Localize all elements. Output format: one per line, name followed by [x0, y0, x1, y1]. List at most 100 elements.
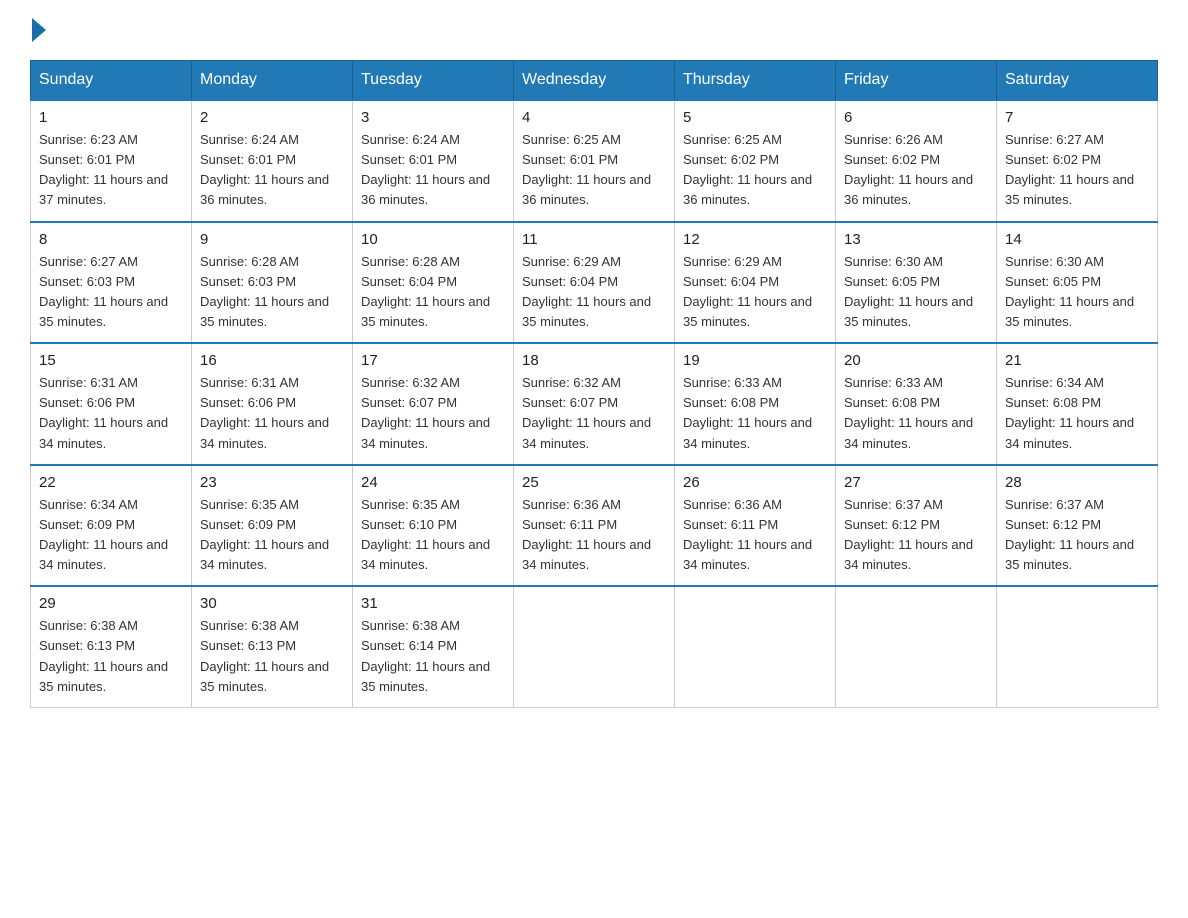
calendar-cell: 16Sunrise: 6:31 AMSunset: 6:06 PMDayligh…: [192, 343, 353, 465]
day-number: 16: [200, 352, 344, 369]
column-header-tuesday: Tuesday: [353, 61, 514, 101]
column-header-thursday: Thursday: [675, 61, 836, 101]
day-number: 12: [683, 231, 827, 248]
calendar-cell: 12 Sunrise: 6:29 AMSunset: 6:04 PMDayligh…: [675, 222, 836, 344]
day-number: 13: [844, 231, 988, 248]
day-info: Sunrise: 6:32 AMSunset: 6:07 PMDaylight:…: [361, 373, 505, 454]
day-number: 17: [361, 352, 505, 369]
calendar-cell: 27Sunrise: 6:37 AMSunset: 6:12 PMDayligh…: [836, 465, 997, 587]
day-number: 18: [522, 352, 666, 369]
day-info: Sunrise: 6:27 AMSunset: 6:02 PMDaylight:…: [1005, 130, 1149, 211]
day-info: Sunrise: 6:24 AMSunset: 6:01 PMDaylight:…: [361, 130, 505, 211]
calendar-cell: 17 Sunrise: 6:32 AMSunset: 6:07 PMDayligh…: [353, 343, 514, 465]
calendar-week-5: 29Sunrise: 6:38 AMSunset: 6:13 PMDayligh…: [31, 586, 1158, 707]
column-header-monday: Monday: [192, 61, 353, 101]
day-info: Sunrise: 6:23 AMSunset: 6:01 PMDaylight:…: [39, 130, 183, 211]
day-info: Sunrise: 6:28 AMSunset: 6:03 PMDaylight:…: [200, 252, 344, 333]
day-number: 26: [683, 474, 827, 491]
column-header-saturday: Saturday: [997, 61, 1158, 101]
day-info: Sunrise: 6:25 AMSunset: 6:01 PMDaylight:…: [522, 130, 666, 211]
calendar-cell: 6Sunrise: 6:26 AMSunset: 6:02 PMDaylight…: [836, 100, 997, 222]
day-info: Sunrise: 6:30 AMSunset: 6:05 PMDaylight:…: [1005, 252, 1149, 333]
calendar-cell: 8 Sunrise: 6:27 AMSunset: 6:03 PMDaylight…: [31, 222, 192, 344]
day-info: Sunrise: 6:31 AMSunset: 6:06 PMDaylight:…: [39, 373, 183, 454]
calendar-header-row: SundayMondayTuesdayWednesdayThursdayFrid…: [31, 61, 1158, 101]
calendar-cell: 13 Sunrise: 6:30 AMSunset: 6:05 PMDayligh…: [836, 222, 997, 344]
calendar-cell: 29Sunrise: 6:38 AMSunset: 6:13 PMDayligh…: [31, 586, 192, 707]
day-number: 2: [200, 109, 344, 126]
day-number: 3: [361, 109, 505, 126]
day-info: Sunrise: 6:37 AMSunset: 6:12 PMDaylight:…: [1005, 495, 1149, 576]
day-number: 20: [844, 352, 988, 369]
day-number: 9: [200, 231, 344, 248]
day-info: Sunrise: 6:24 AMSunset: 6:01 PMDaylight:…: [200, 130, 344, 211]
day-info: Sunrise: 6:29 AMSunset: 6:04 PMDaylight:…: [522, 252, 666, 333]
calendar-cell: 20Sunrise: 6:33 AMSunset: 6:08 PMDayligh…: [836, 343, 997, 465]
calendar-cell: 7 Sunrise: 6:27 AMSunset: 6:02 PMDaylight…: [997, 100, 1158, 222]
day-number: 30: [200, 595, 344, 612]
calendar-cell: 14 Sunrise: 6:30 AMSunset: 6:05 PMDayligh…: [997, 222, 1158, 344]
calendar-cell: [836, 586, 997, 707]
day-info: Sunrise: 6:29 AMSunset: 6:04 PMDaylight:…: [683, 252, 827, 333]
calendar-cell: 19 Sunrise: 6:33 AMSunset: 6:08 PMDayligh…: [675, 343, 836, 465]
day-number: 23: [200, 474, 344, 491]
day-info: Sunrise: 6:35 AMSunset: 6:10 PMDaylight:…: [361, 495, 505, 576]
day-info: Sunrise: 6:38 AMSunset: 6:13 PMDaylight:…: [39, 616, 183, 697]
calendar-cell: 15 Sunrise: 6:31 AMSunset: 6:06 PMDayligh…: [31, 343, 192, 465]
day-number: 22: [39, 474, 183, 491]
day-info: Sunrise: 6:28 AMSunset: 6:04 PMDaylight:…: [361, 252, 505, 333]
calendar-cell: 22 Sunrise: 6:34 AMSunset: 6:09 PMDayligh…: [31, 465, 192, 587]
day-info: Sunrise: 6:35 AMSunset: 6:09 PMDaylight:…: [200, 495, 344, 576]
calendar-week-4: 22 Sunrise: 6:34 AMSunset: 6:09 PMDayligh…: [31, 465, 1158, 587]
day-info: Sunrise: 6:34 AMSunset: 6:09 PMDaylight:…: [39, 495, 183, 576]
column-header-friday: Friday: [836, 61, 997, 101]
calendar-cell: [997, 586, 1158, 707]
day-info: Sunrise: 6:27 AMSunset: 6:03 PMDaylight:…: [39, 252, 183, 333]
calendar-cell: 23 Sunrise: 6:35 AMSunset: 6:09 PMDayligh…: [192, 465, 353, 587]
calendar-cell: 30 Sunrise: 6:38 AMSunset: 6:13 PMDayligh…: [192, 586, 353, 707]
calendar-cell: 10Sunrise: 6:28 AMSunset: 6:04 PMDayligh…: [353, 222, 514, 344]
column-header-wednesday: Wednesday: [514, 61, 675, 101]
page-header: [30, 20, 1158, 42]
day-info: Sunrise: 6:32 AMSunset: 6:07 PMDaylight:…: [522, 373, 666, 454]
logo-arrow-icon: [32, 18, 46, 42]
calendar-table: SundayMondayTuesdayWednesdayThursdayFrid…: [30, 60, 1158, 708]
day-number: 25: [522, 474, 666, 491]
calendar-cell: 9 Sunrise: 6:28 AMSunset: 6:03 PMDaylight…: [192, 222, 353, 344]
day-info: Sunrise: 6:25 AMSunset: 6:02 PMDaylight:…: [683, 130, 827, 211]
calendar-cell: 21Sunrise: 6:34 AMSunset: 6:08 PMDayligh…: [997, 343, 1158, 465]
day-number: 4: [522, 109, 666, 126]
day-number: 28: [1005, 474, 1149, 491]
calendar-cell: 3 Sunrise: 6:24 AMSunset: 6:01 PMDaylight…: [353, 100, 514, 222]
calendar-cell: [675, 586, 836, 707]
calendar-cell: 5 Sunrise: 6:25 AMSunset: 6:02 PMDaylight…: [675, 100, 836, 222]
day-info: Sunrise: 6:36 AMSunset: 6:11 PMDaylight:…: [683, 495, 827, 576]
day-number: 24: [361, 474, 505, 491]
calendar-cell: 1 Sunrise: 6:23 AMSunset: 6:01 PMDaylight…: [31, 100, 192, 222]
calendar-cell: 24 Sunrise: 6:35 AMSunset: 6:10 PMDayligh…: [353, 465, 514, 587]
calendar-cell: 26 Sunrise: 6:36 AMSunset: 6:11 PMDayligh…: [675, 465, 836, 587]
day-number: 7: [1005, 109, 1149, 126]
calendar-cell: [514, 586, 675, 707]
day-number: 8: [39, 231, 183, 248]
calendar-cell: 11 Sunrise: 6:29 AMSunset: 6:04 PMDayligh…: [514, 222, 675, 344]
day-info: Sunrise: 6:33 AMSunset: 6:08 PMDaylight:…: [683, 373, 827, 454]
day-number: 1: [39, 109, 183, 126]
day-info: Sunrise: 6:26 AMSunset: 6:02 PMDaylight:…: [844, 130, 988, 211]
day-number: 21: [1005, 352, 1149, 369]
day-number: 14: [1005, 231, 1149, 248]
column-header-sunday: Sunday: [31, 61, 192, 101]
day-info: Sunrise: 6:37 AMSunset: 6:12 PMDaylight:…: [844, 495, 988, 576]
day-number: 15: [39, 352, 183, 369]
day-number: 11: [522, 231, 666, 248]
calendar-week-2: 8 Sunrise: 6:27 AMSunset: 6:03 PMDaylight…: [31, 222, 1158, 344]
calendar-cell: 4 Sunrise: 6:25 AMSunset: 6:01 PMDaylight…: [514, 100, 675, 222]
day-info: Sunrise: 6:30 AMSunset: 6:05 PMDaylight:…: [844, 252, 988, 333]
day-info: Sunrise: 6:38 AMSunset: 6:13 PMDaylight:…: [200, 616, 344, 697]
calendar-cell: 2 Sunrise: 6:24 AMSunset: 6:01 PMDaylight…: [192, 100, 353, 222]
day-number: 5: [683, 109, 827, 126]
calendar-cell: 31Sunrise: 6:38 AMSunset: 6:14 PMDayligh…: [353, 586, 514, 707]
calendar-cell: 25Sunrise: 6:36 AMSunset: 6:11 PMDayligh…: [514, 465, 675, 587]
day-number: 19: [683, 352, 827, 369]
calendar-cell: 18 Sunrise: 6:32 AMSunset: 6:07 PMDayligh…: [514, 343, 675, 465]
